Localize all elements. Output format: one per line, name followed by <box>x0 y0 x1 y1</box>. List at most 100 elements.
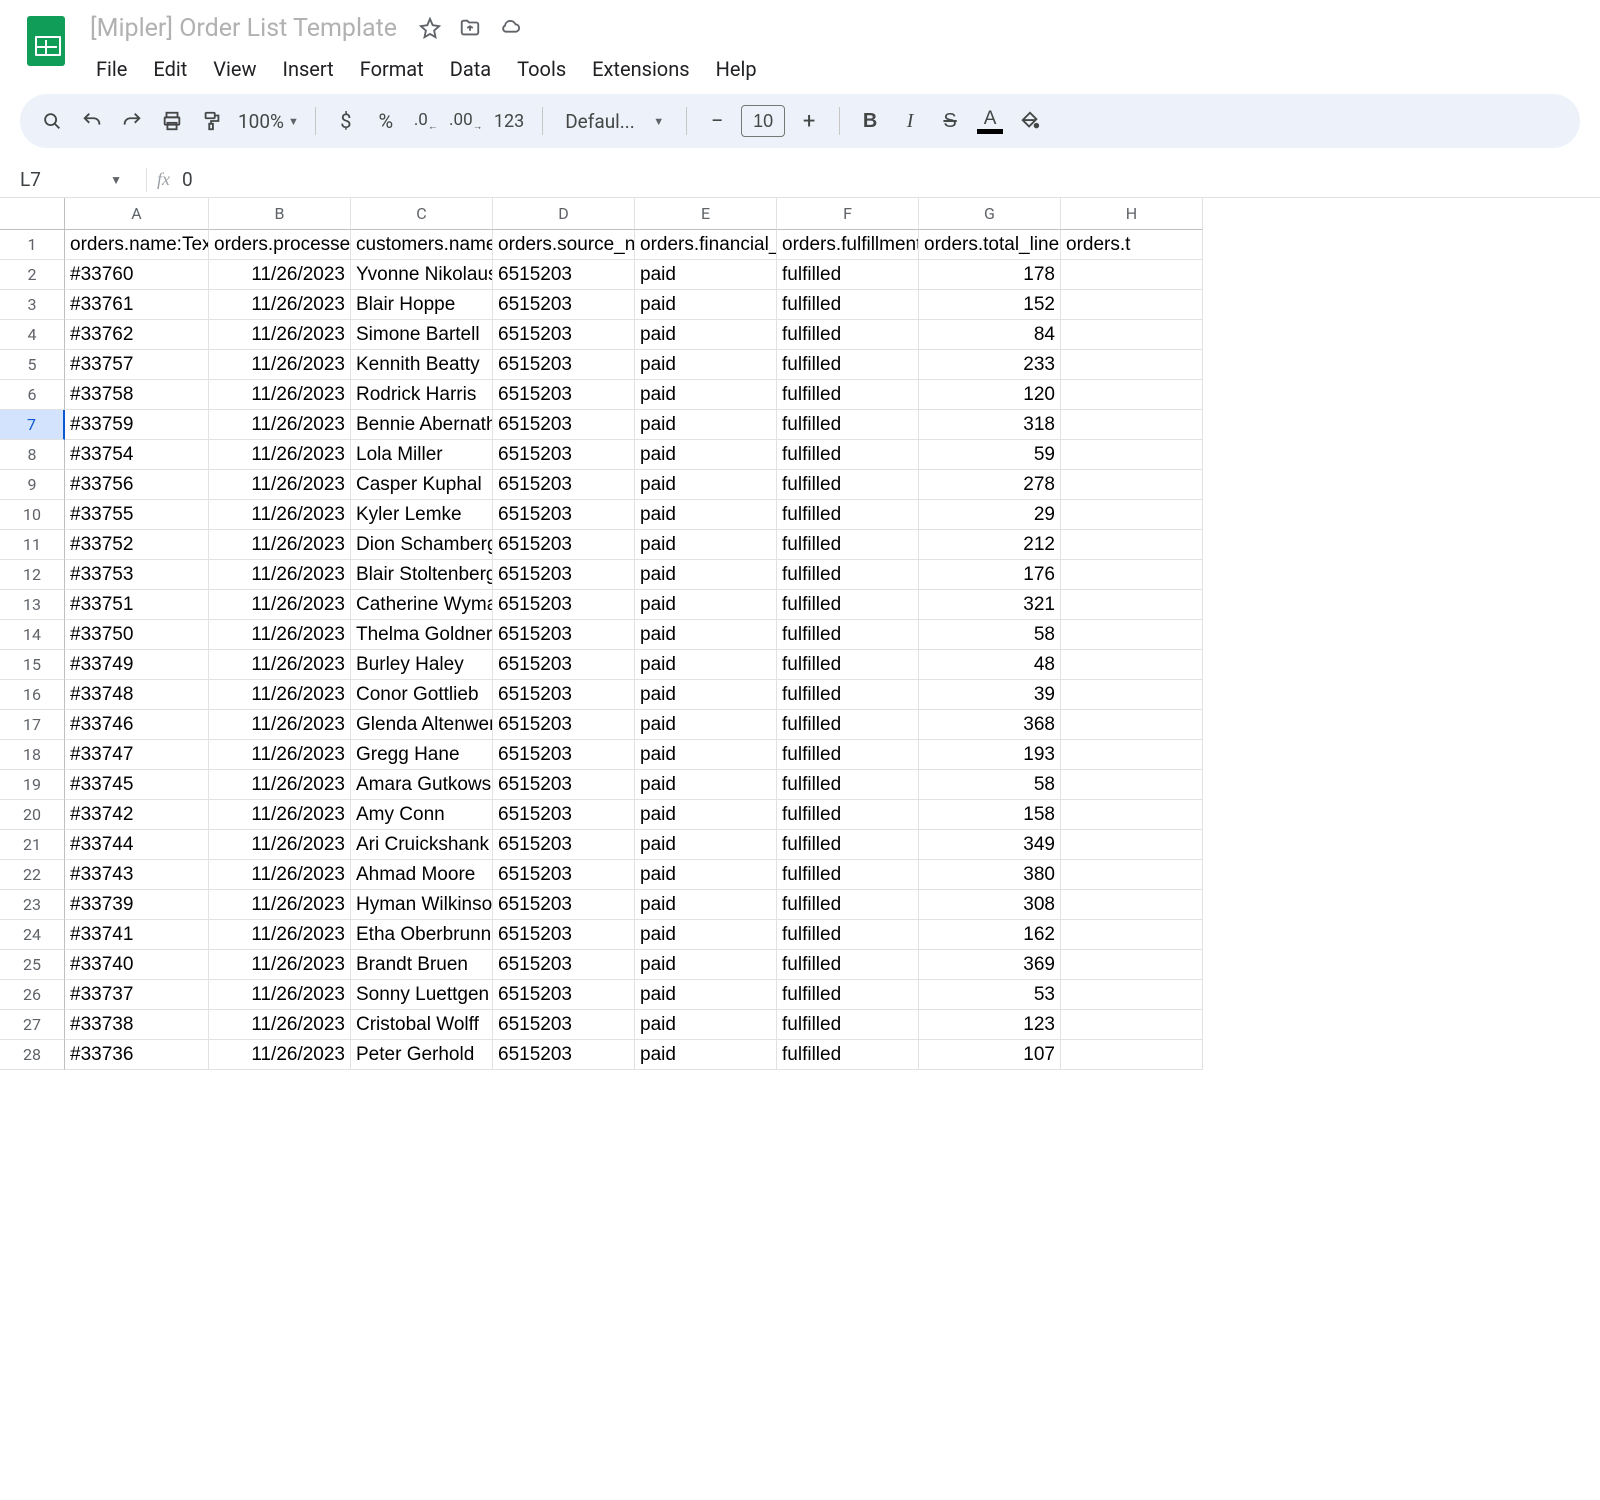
print-icon[interactable] <box>154 103 190 139</box>
cell[interactable]: Burley Haley <box>351 650 493 680</box>
cell[interactable]: 120 <box>919 380 1061 410</box>
cell[interactable]: orders.source_n <box>493 230 635 260</box>
cell[interactable] <box>1061 830 1203 860</box>
cell[interactable]: 6515203 <box>493 800 635 830</box>
cell[interactable]: paid <box>635 830 777 860</box>
cell[interactable]: 59 <box>919 440 1061 470</box>
cell[interactable]: #33745 <box>65 770 209 800</box>
cell[interactable]: 6515203 <box>493 530 635 560</box>
cell[interactable] <box>1061 980 1203 1010</box>
cell[interactable]: fulfilled <box>777 500 919 530</box>
cell[interactable]: Sonny Luettgen <box>351 980 493 1010</box>
cell[interactable]: #33738 <box>65 1010 209 1040</box>
cell[interactable]: paid <box>635 890 777 920</box>
font-select[interactable]: Defaul... ▼ <box>555 110 674 133</box>
redo-icon[interactable] <box>114 103 150 139</box>
menu-insert[interactable]: Insert <box>271 52 346 86</box>
cell[interactable]: fulfilled <box>777 770 919 800</box>
cell[interactable]: paid <box>635 740 777 770</box>
cell[interactable]: fulfilled <box>777 830 919 860</box>
cell[interactable]: Rodrick Harris <box>351 380 493 410</box>
cell[interactable]: #33749 <box>65 650 209 680</box>
cell[interactable]: fulfilled <box>777 440 919 470</box>
row-header[interactable]: 25 <box>0 950 65 980</box>
cell[interactable]: paid <box>635 320 777 350</box>
cell[interactable]: Ari Cruickshank <box>351 830 493 860</box>
zoom-select[interactable]: 100% ▼ <box>234 110 303 133</box>
menu-format[interactable]: Format <box>348 52 436 86</box>
row-header[interactable]: 4 <box>0 320 65 350</box>
cell[interactable]: orders.total_line <box>919 230 1061 260</box>
row-header[interactable]: 16 <box>0 680 65 710</box>
cell[interactable]: fulfilled <box>777 590 919 620</box>
cell[interactable]: 11/26/2023 <box>209 860 351 890</box>
cell[interactable]: orders.name:Text <box>65 230 209 260</box>
cell[interactable]: #33756 <box>65 470 209 500</box>
column-header[interactable]: F <box>777 198 919 230</box>
cell[interactable]: 349 <box>919 830 1061 860</box>
row-header[interactable]: 5 <box>0 350 65 380</box>
cell[interactable]: #33746 <box>65 710 209 740</box>
cell[interactable]: fulfilled <box>777 680 919 710</box>
row-header[interactable]: 22 <box>0 860 65 890</box>
column-header[interactable]: D <box>493 198 635 230</box>
row-header[interactable]: 17 <box>0 710 65 740</box>
cell[interactable]: 107 <box>919 1040 1061 1070</box>
cell[interactable]: fulfilled <box>777 1010 919 1040</box>
document-title[interactable]: [Mipler] Order List Template <box>84 12 403 45</box>
cell[interactable]: 11/26/2023 <box>209 890 351 920</box>
cell[interactable]: 6515203 <box>493 350 635 380</box>
cell[interactable]: #33742 <box>65 800 209 830</box>
cell[interactable]: 6515203 <box>493 770 635 800</box>
menu-extensions[interactable]: Extensions <box>580 52 701 86</box>
cell[interactable]: fulfilled <box>777 560 919 590</box>
row-header[interactable]: 7 <box>0 410 65 440</box>
cell[interactable]: 11/26/2023 <box>209 260 351 290</box>
increase-font-size-button[interactable]: + <box>791 103 827 139</box>
cell[interactable]: fulfilled <box>777 470 919 500</box>
row-header[interactable]: 9 <box>0 470 65 500</box>
cell[interactable]: 6515203 <box>493 950 635 980</box>
decrease-decimal-icon[interactable]: .0← <box>408 103 444 139</box>
cell[interactable]: 6515203 <box>493 290 635 320</box>
cell[interactable] <box>1061 320 1203 350</box>
menu-data[interactable]: Data <box>438 52 503 86</box>
cell[interactable]: #33741 <box>65 920 209 950</box>
cell[interactable]: 29 <box>919 500 1061 530</box>
cell[interactable]: fulfilled <box>777 1040 919 1070</box>
cell[interactable]: #33761 <box>65 290 209 320</box>
cell[interactable] <box>1061 620 1203 650</box>
cell[interactable]: 11/26/2023 <box>209 710 351 740</box>
cell[interactable]: Gregg Hane <box>351 740 493 770</box>
cell[interactable]: fulfilled <box>777 410 919 440</box>
cell[interactable]: #33748 <box>65 680 209 710</box>
cell[interactable]: #33754 <box>65 440 209 470</box>
cell[interactable]: #33744 <box>65 830 209 860</box>
column-header[interactable]: B <box>209 198 351 230</box>
cell[interactable]: Catherine Wyman <box>351 590 493 620</box>
cloud-status-icon[interactable] <box>497 15 523 41</box>
cell[interactable]: paid <box>635 620 777 650</box>
cell[interactable]: Brandt Bruen <box>351 950 493 980</box>
cell[interactable]: 6515203 <box>493 260 635 290</box>
cell[interactable]: paid <box>635 290 777 320</box>
cell[interactable]: 58 <box>919 620 1061 650</box>
cell[interactable]: 6515203 <box>493 440 635 470</box>
cell[interactable]: fulfilled <box>777 920 919 950</box>
move-folder-icon[interactable] <box>457 15 483 41</box>
cell[interactable]: 6515203 <box>493 920 635 950</box>
cell[interactable]: paid <box>635 380 777 410</box>
cell[interactable]: #33736 <box>65 1040 209 1070</box>
cell[interactable]: #33752 <box>65 530 209 560</box>
cell[interactable]: Glenda Altenwerth <box>351 710 493 740</box>
cell[interactable]: Amara Gutkowski <box>351 770 493 800</box>
cell[interactable]: 6515203 <box>493 470 635 500</box>
cell[interactable]: 6515203 <box>493 980 635 1010</box>
cell[interactable]: fulfilled <box>777 380 919 410</box>
cell[interactable]: fulfilled <box>777 980 919 1010</box>
column-header[interactable]: C <box>351 198 493 230</box>
cell[interactable]: fulfilled <box>777 710 919 740</box>
cell[interactable]: 178 <box>919 260 1061 290</box>
cell[interactable]: Peter Gerhold <box>351 1040 493 1070</box>
formula-bar[interactable]: 0 <box>182 168 193 191</box>
